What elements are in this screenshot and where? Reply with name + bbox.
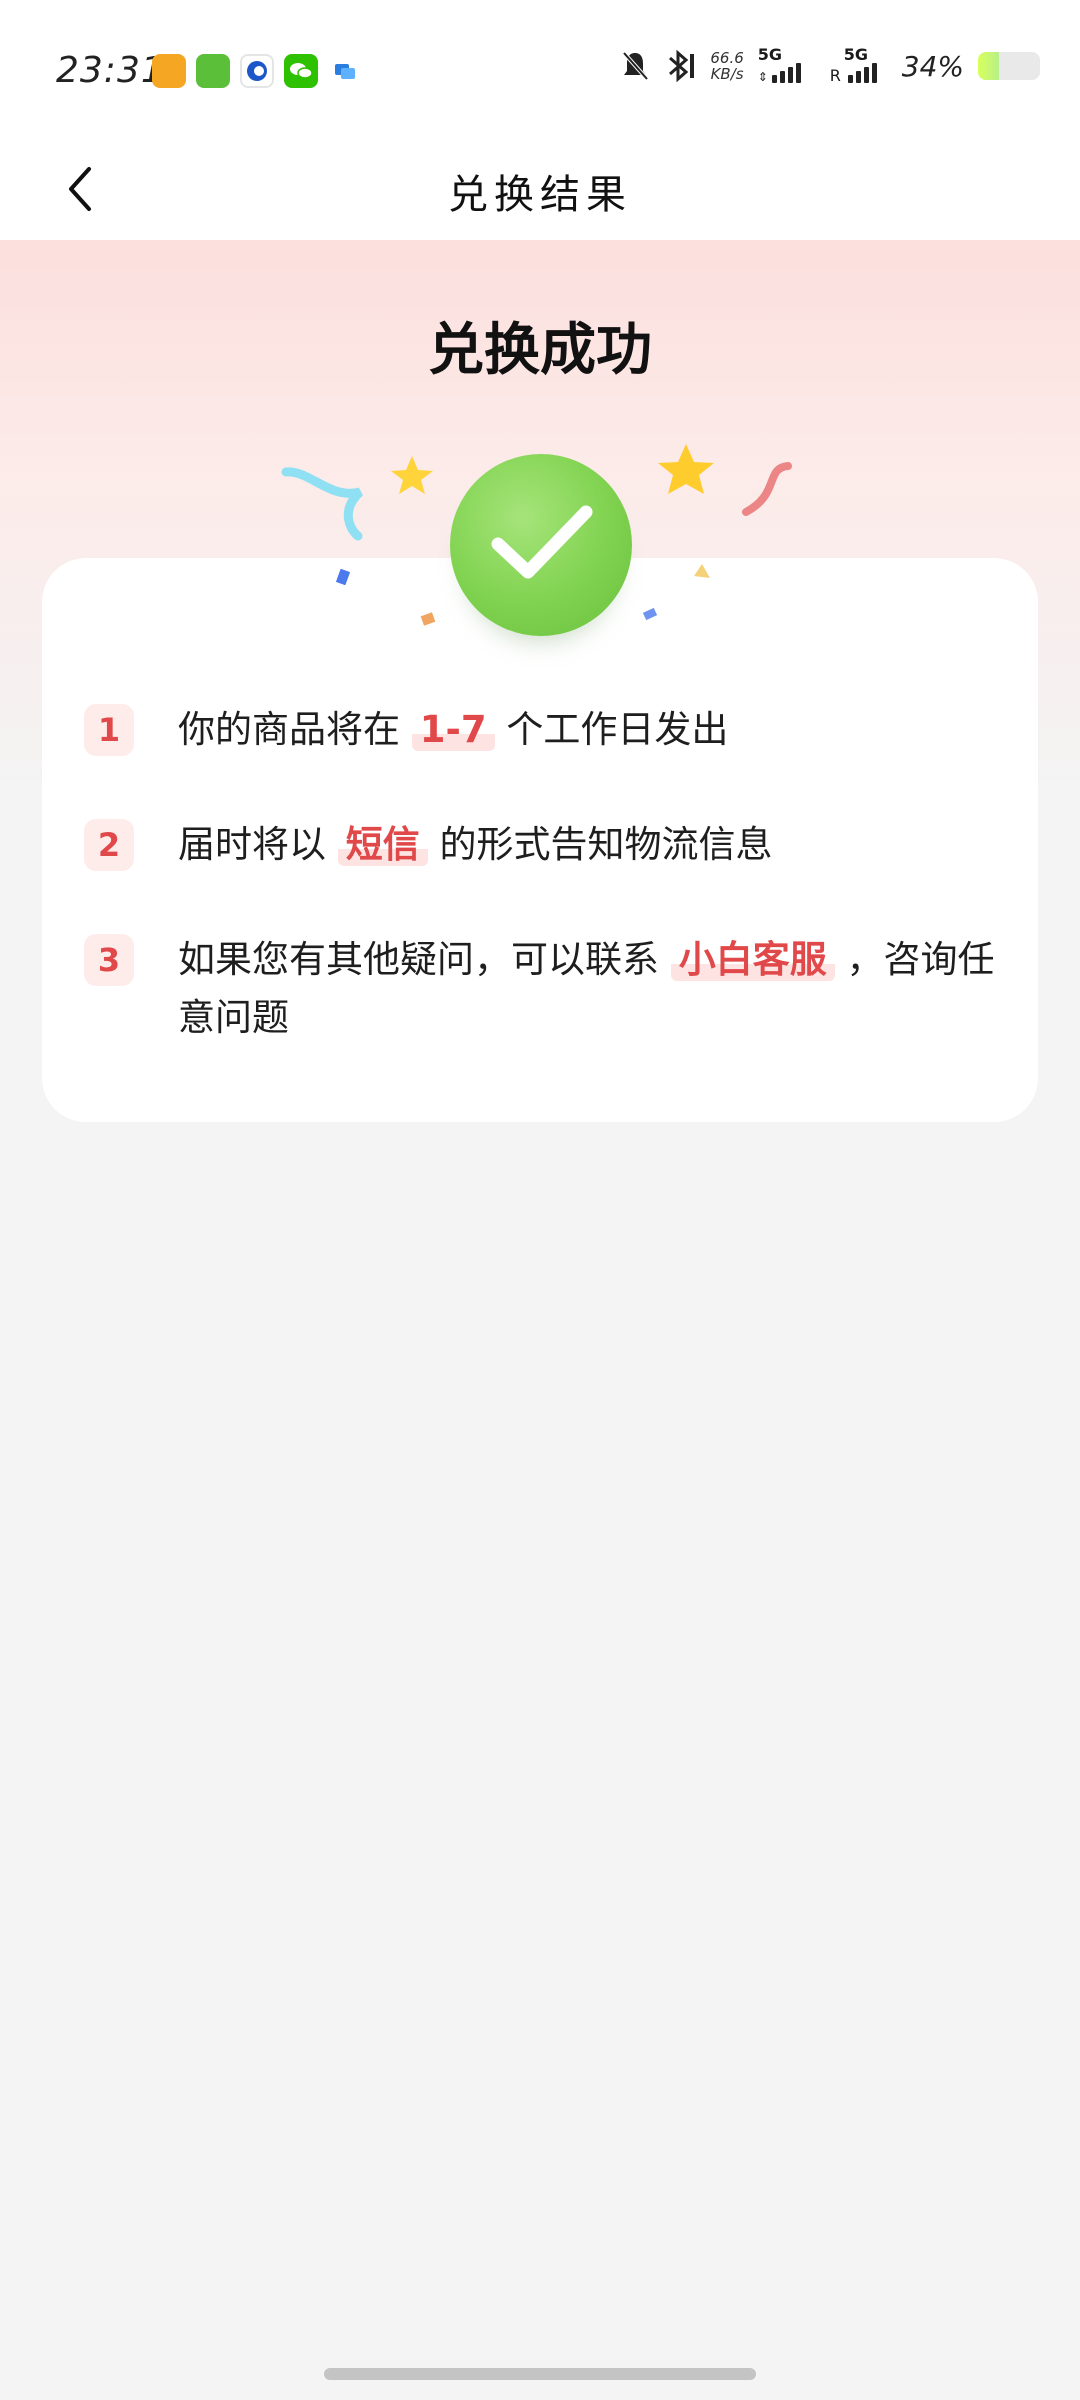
ribbon-blue <box>281 467 364 541</box>
step-text-prefix: 届时将以 <box>178 823 326 866</box>
network-speed: 66.6 KB/s <box>710 50 743 82</box>
step-text-prefix: 如果您有其他疑问，可以联系 <box>178 938 659 981</box>
status-time: 23:31 <box>56 50 165 91</box>
step-text-suffix: 个工作日发出 <box>506 708 729 751</box>
star-right <box>658 444 714 494</box>
step-number: 1 <box>84 704 134 756</box>
step-number: 2 <box>84 819 134 871</box>
battery-fill <box>978 52 1000 80</box>
step-text-suffix: 的形式告知物流信息 <box>439 823 773 866</box>
step-highlight: 1-7 <box>411 708 495 751</box>
network-speed-value: 66.6 <box>710 49 744 67</box>
step-text-prefix: 你的商品将在 <box>178 708 400 751</box>
home-indicator[interactable] <box>324 2368 756 2380</box>
signal1-label: 5G <box>757 45 783 64</box>
bluetooth-icon <box>669 49 695 83</box>
step-highlight: 短信 <box>337 823 428 866</box>
nav-header: 兑换结果 <box>0 140 1080 240</box>
battery-icon <box>978 52 1040 80</box>
customer-service-link[interactable]: 小白客服 <box>670 938 835 981</box>
roaming-indicator: R <box>829 66 841 85</box>
step-text: 你的商品将在 1-7 个工作日发出 <box>178 701 1008 759</box>
step-text: 如果您有其他疑问，可以联系 小白客服 ，咨询任意问题 <box>178 931 1008 1047</box>
battery-percent: 34% <box>901 49 964 83</box>
wechat-icon <box>284 54 318 88</box>
network-speed-unit: KB/s <box>710 65 744 83</box>
bank-app-icon <box>240 54 274 88</box>
confetti-blue-right <box>642 607 658 621</box>
signal-strength-sim2: 5G R <box>829 45 888 85</box>
notification-app-icons <box>152 54 362 88</box>
message-app-icon <box>328 54 362 88</box>
confetti-blue-left <box>335 568 351 586</box>
confetti-decoration <box>281 444 792 626</box>
step-number: 3 <box>84 934 134 986</box>
group-buy-app-icon <box>196 54 230 88</box>
page-title: 兑换结果 <box>448 172 632 218</box>
confetti-yellow <box>694 564 710 578</box>
signal-strength-sim1: 5G ⇕ <box>758 45 816 83</box>
mute-bell-icon <box>622 51 649 81</box>
step-text: 届时将以 短信 的形式告知物流信息 <box>178 816 1008 874</box>
system-status: 66.6 KB/s 5G ⇕ 5G R 34% <box>620 45 1040 85</box>
status-bar: 23:31 66.6 KB/s 5G ⇕ 5G R 34% <box>0 0 1080 140</box>
confetti-orange <box>420 612 436 626</box>
map-pin-app-icon <box>152 54 186 88</box>
info-card: 1 你的商品将在 1-7 个工作日发出 2 届时将以 短信 的形式告知物流信息 … <box>42 558 1038 1122</box>
star-left <box>391 456 433 494</box>
ribbon-red <box>742 462 792 516</box>
signal2-label: 5G <box>843 45 869 64</box>
success-title: 兑换成功 <box>428 318 652 383</box>
